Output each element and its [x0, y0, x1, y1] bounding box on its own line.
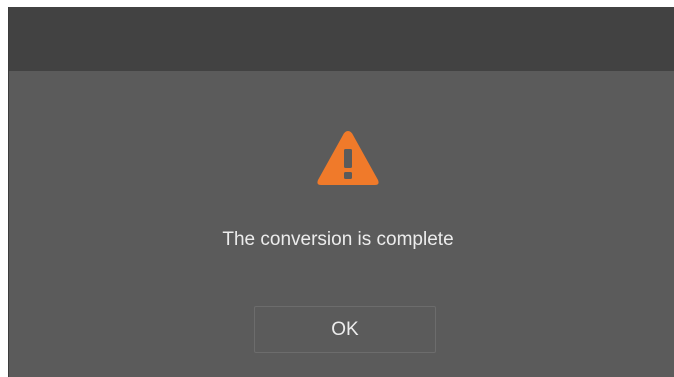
conversion-dialog: The conversion is complete OK — [8, 7, 674, 377]
dialog-titlebar[interactable] — [9, 7, 674, 71]
ok-button[interactable]: OK — [254, 306, 436, 353]
warning-icon — [317, 131, 379, 185]
dialog-message: The conversion is complete — [222, 229, 454, 250]
